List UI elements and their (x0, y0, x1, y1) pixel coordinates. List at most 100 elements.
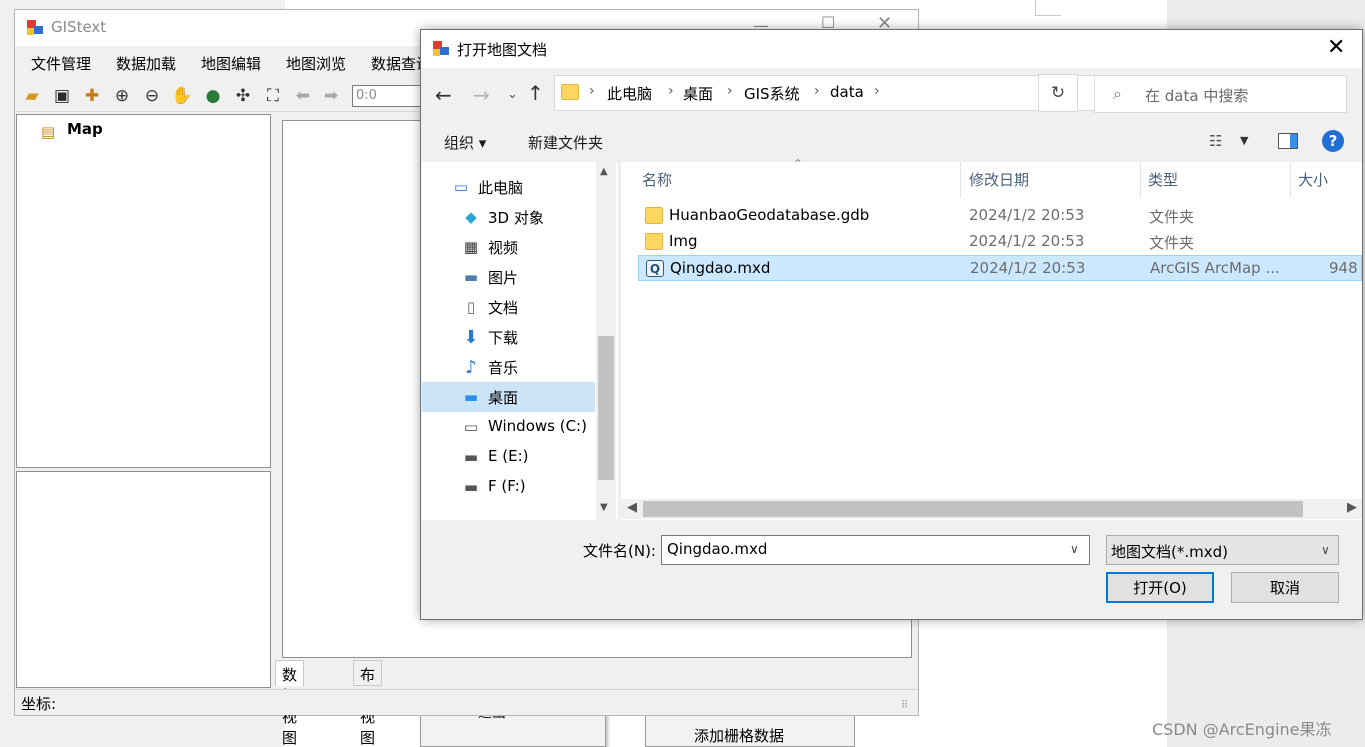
cancel-button[interactable]: 取消 (1231, 572, 1339, 603)
folder-icon (561, 84, 579, 100)
file-type: 文件夹 (1149, 208, 1195, 226)
background-menu-item-add-raster[interactable]: 添加栅格数据 (694, 725, 784, 746)
breadcrumb-separator-icon[interactable]: › (727, 83, 733, 99)
drive-icon: ▬ (463, 478, 479, 496)
file-row-selected[interactable]: Q Qingdao.mxd 2024/1/2 20:53 ArcGIS ArcM… (638, 255, 1362, 281)
organize-button[interactable]: 组织 ▾ (444, 132, 486, 153)
breadcrumb-this-pc[interactable]: 此电脑 (607, 83, 652, 104)
file-type: 文件夹 (1149, 234, 1195, 252)
scroll-down-icon[interactable]: ▼ (600, 502, 608, 513)
menu-map-edit[interactable]: 地图编辑 (201, 53, 261, 74)
breadcrumb-gis-system[interactable]: GIS系统 (744, 83, 800, 104)
open-folder-icon[interactable]: ▰ (20, 84, 44, 108)
file-name: HuanbaoGeodatabase.gdb (669, 206, 870, 224)
pictures-icon: ▬ (463, 268, 479, 286)
zoom-in-icon[interactable]: ⊕ (110, 84, 134, 108)
pan-hand-icon[interactable]: ✋ (170, 84, 194, 108)
scrollbar-thumb[interactable] (598, 336, 614, 480)
filter-value: 地图文档(*.mxd) (1111, 543, 1228, 561)
tab-layout-view[interactable]: 布局视图 (353, 660, 383, 747)
preview-pane-icon[interactable] (1278, 133, 1298, 149)
menu-file[interactable]: 文件管理 (31, 53, 91, 74)
nav-item-drive-e[interactable]: ▬ E (E:) (422, 442, 595, 472)
nav-item-music[interactable]: ♪ 音乐 (422, 352, 595, 382)
nav-pane-scrollbar[interactable]: ▲ ▼ (596, 162, 616, 520)
nav-item-drive-f[interactable]: ▬ F (F:) (422, 472, 595, 502)
status-bar: 坐标: ⠿ (15, 689, 918, 715)
file-size: 948 (1329, 259, 1358, 277)
drive-icon: ▬ (463, 448, 479, 466)
column-divider[interactable] (1290, 162, 1291, 198)
new-folder-button[interactable]: 新建文件夹 (528, 132, 603, 153)
back-arrow-icon[interactable]: ← (435, 83, 452, 107)
nav-item-label: 视频 (488, 239, 519, 257)
up-arrow-icon[interactable]: ↑ (527, 81, 544, 105)
menu-map-browse[interactable]: 地图浏览 (286, 53, 346, 74)
scale-input[interactable]: 0:0 (352, 85, 422, 107)
column-header-type[interactable]: 类型 (1148, 169, 1178, 190)
nav-item-label: Windows (C:) (488, 417, 587, 435)
scrollbar-thumb[interactable] (643, 501, 1303, 517)
file-row[interactable]: HuanbaoGeodatabase.gdb 2024/1/2 20:53 文件… (638, 203, 1362, 229)
breadcrumb-separator-icon[interactable]: › (589, 83, 595, 99)
file-date: 2024/1/2 20:53 (970, 259, 1086, 277)
nav-item-documents[interactable]: ▯ 文档 (422, 292, 595, 322)
column-divider[interactable] (960, 162, 961, 198)
close-icon[interactable]: ✕ (1327, 35, 1345, 60)
nav-item-windows-c[interactable]: ▭ Windows (C:) (422, 412, 595, 442)
scroll-left-icon[interactable]: ◀ (627, 500, 637, 515)
search-icon: ⌕ (1113, 84, 1122, 103)
nav-item-this-pc[interactable]: ▭ 此电脑 (422, 172, 595, 202)
toc-panel: ▤ Map (16, 114, 271, 468)
add-data-icon[interactable]: ✚ (80, 84, 104, 108)
column-header-name[interactable]: 名称 (642, 169, 672, 190)
file-row[interactable]: Img 2024/1/2 20:53 文件夹 (638, 229, 1362, 255)
save-icon[interactable]: ▣ (50, 84, 74, 108)
resize-grip-icon[interactable]: ⠿ (901, 700, 908, 711)
open-button[interactable]: 打开(O) (1106, 572, 1214, 603)
chevron-down-icon[interactable]: ∨ (1070, 542, 1079, 556)
refresh-icon[interactable]: ↻ (1038, 74, 1078, 112)
zoom-out-icon[interactable]: ⊖ (140, 84, 164, 108)
chevron-down-icon[interactable]: ▼ (1240, 134, 1248, 147)
nav-item-downloads[interactable]: ⬇ 下载 (422, 322, 595, 352)
view-mode-icon[interactable]: ☷ (1209, 132, 1222, 150)
column-header-date[interactable]: 修改日期 (969, 169, 1029, 190)
file-list-hscrollbar[interactable]: ◀ ▶ (621, 499, 1362, 519)
fixed-zoom-out-icon[interactable]: ⛶ (261, 84, 285, 108)
scroll-up-icon[interactable]: ▲ (600, 166, 608, 177)
fixed-zoom-in-icon[interactable]: ✣ (231, 84, 255, 108)
nav-item-label: 桌面 (488, 389, 519, 407)
nav-item-3d-objects[interactable]: ◆ 3D 对象 (422, 202, 595, 232)
open-map-document-dialog: 打开地图文档 ✕ ← → ⌄ ↑ › 此电脑 › 桌面 › GIS系统 › da… (420, 29, 1363, 620)
forward-extent-icon[interactable]: ➡ (319, 84, 343, 108)
menu-data-load[interactable]: 数据加载 (116, 53, 176, 74)
full-extent-globe-icon[interactable]: ● (201, 84, 225, 108)
file-date: 2024/1/2 20:53 (969, 206, 1085, 224)
nav-item-videos[interactable]: ▦ 视频 (422, 232, 595, 262)
file-type-filter-select[interactable]: 地图文档(*.mxd) ∨ (1106, 535, 1339, 565)
forward-arrow-icon[interactable]: → (473, 83, 490, 107)
breadcrumb-separator-icon[interactable]: › (814, 83, 820, 99)
breadcrumb-desktop[interactable]: 桌面 (683, 83, 713, 104)
tab-data-view[interactable]: 数据视图 (275, 660, 305, 747)
nav-item-label: 文档 (488, 299, 519, 317)
toc-root-map[interactable]: Map (67, 120, 103, 138)
help-icon[interactable]: ? (1322, 130, 1344, 152)
scroll-right-icon[interactable]: ▶ (1347, 500, 1357, 515)
back-extent-icon[interactable]: ⬅ (291, 84, 315, 108)
file-name: Qingdao.mxd (670, 259, 771, 277)
search-input[interactable]: ⌕ 在 data 中搜索 (1094, 75, 1347, 113)
filename-input[interactable]: Qingdao.mxd ∨ (661, 535, 1090, 565)
system-drive-icon: ▭ (463, 418, 479, 436)
chevron-down-icon[interactable]: ∨ (1321, 543, 1330, 557)
filename-label: 文件名(N): (583, 542, 656, 560)
column-header-size[interactable]: 大小 (1298, 169, 1328, 190)
column-divider[interactable] (1140, 162, 1141, 198)
breadcrumb-separator-icon[interactable]: › (668, 83, 674, 99)
breadcrumb-separator-icon[interactable]: › (874, 83, 880, 99)
recent-locations-chevron-icon[interactable]: ⌄ (507, 87, 518, 102)
nav-item-desktop[interactable]: ▬ 桌面 (422, 382, 595, 412)
nav-item-pictures[interactable]: ▬ 图片 (422, 262, 595, 292)
breadcrumb-data[interactable]: data (830, 83, 864, 101)
